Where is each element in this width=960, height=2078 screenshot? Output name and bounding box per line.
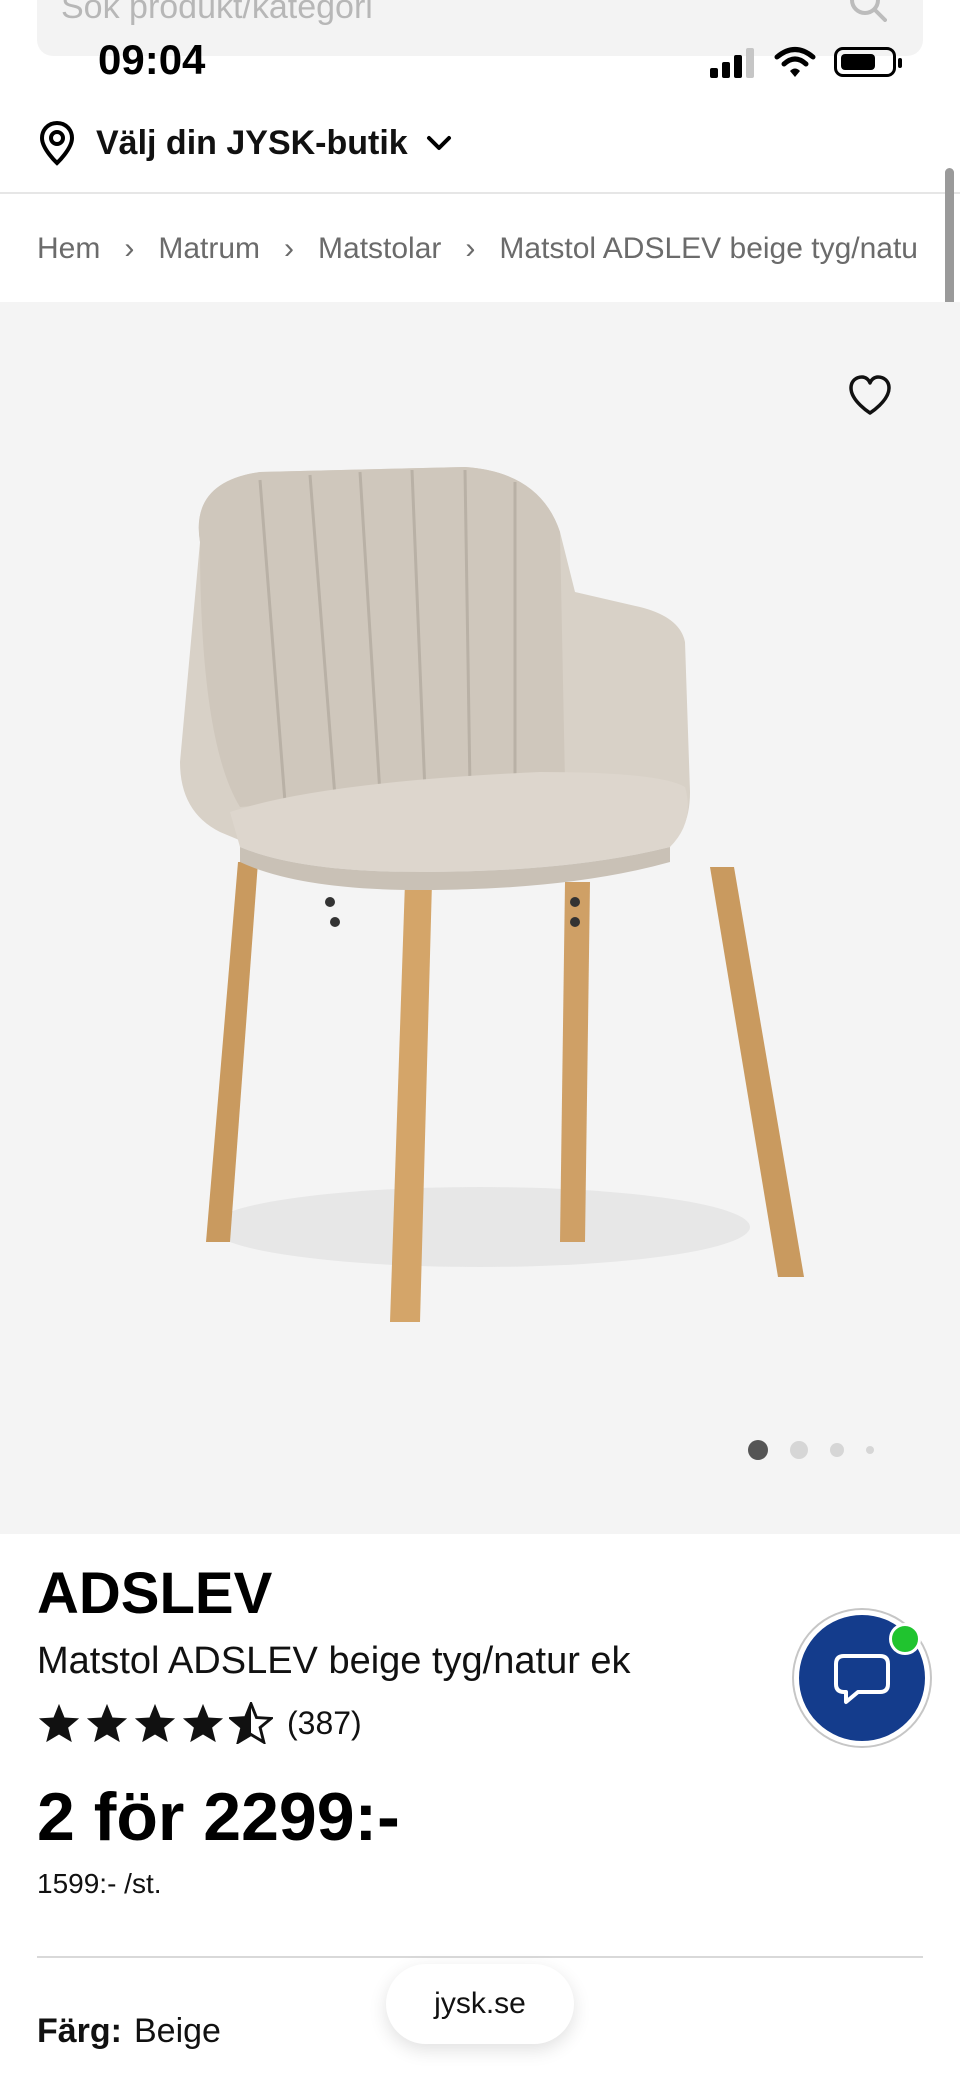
review-count: (387) bbox=[287, 1704, 362, 1741]
breadcrumb-item-matrum[interactable]: Matrum bbox=[158, 232, 260, 266]
product-brand: ADSLEV bbox=[37, 1561, 273, 1626]
breadcrumb-item-matstolar[interactable]: Matstolar bbox=[318, 232, 441, 266]
color-value: Beige bbox=[134, 2012, 221, 2050]
store-selector[interactable]: Välj din JYSK-butik bbox=[38, 116, 452, 170]
section-divider bbox=[37, 1956, 923, 1958]
half-star-icon bbox=[229, 1702, 273, 1744]
header-divider bbox=[0, 192, 960, 194]
status-time: 09:04 bbox=[98, 36, 206, 83]
breadcrumb-chevron-icon: › bbox=[124, 232, 135, 265]
online-status-indicator bbox=[889, 1623, 921, 1655]
pagination-dot[interactable] bbox=[790, 1441, 808, 1459]
wifi-icon bbox=[774, 47, 816, 77]
breadcrumb-chevron-icon: › bbox=[465, 232, 476, 265]
top-header: Sök produkt/kategori 09:04 Välj din JYSK… bbox=[0, 0, 960, 192]
pagination-dot[interactable] bbox=[866, 1446, 874, 1454]
star-icon bbox=[134, 1703, 176, 1743]
star-icon bbox=[86, 1703, 128, 1743]
store-selector-label: Välj din JYSK-butik bbox=[96, 123, 408, 162]
star-icon bbox=[38, 1703, 80, 1743]
cellular-signal-icon bbox=[710, 48, 754, 78]
product-image bbox=[180, 467, 804, 1322]
pagination-dot-active[interactable] bbox=[748, 1440, 768, 1460]
color-selector: Färg: Beige bbox=[37, 2012, 221, 2051]
star-icon bbox=[182, 1703, 224, 1743]
gallery-pagination bbox=[748, 1440, 874, 1460]
breadcrumb-item-hem[interactable]: Hem bbox=[37, 232, 100, 266]
battery-icon bbox=[834, 47, 902, 77]
location-pin-icon bbox=[39, 120, 75, 166]
product-name: Matstol ADSLEV beige tyg/natur ek bbox=[37, 1640, 631, 1682]
breadcrumb-item-current: Matstol ADSLEV beige tyg/natu bbox=[499, 232, 918, 265]
breadcrumb: Hem › Matrum › Matstolar › Matstol ADSLE… bbox=[37, 226, 923, 272]
search-icon[interactable] bbox=[847, 0, 887, 22]
pagination-dot[interactable] bbox=[830, 1443, 844, 1457]
product-image-gallery[interactable] bbox=[0, 302, 960, 1534]
product-price: 2 för 2299:- bbox=[37, 1779, 400, 1855]
url-bar[interactable]: jysk.se bbox=[386, 1964, 574, 2044]
star-rating bbox=[37, 1702, 273, 1744]
chat-bubble-icon bbox=[834, 1654, 890, 1704]
unit-price: 1599:- /st. bbox=[37, 1868, 162, 1899]
chevron-down-icon bbox=[426, 136, 451, 150]
color-label: Färg: bbox=[37, 2012, 122, 2050]
breadcrumb-chevron-icon: › bbox=[284, 232, 295, 265]
status-icons bbox=[710, 46, 902, 78]
rating[interactable]: (387) bbox=[37, 1702, 362, 1744]
search-placeholder: Sök produkt/kategori bbox=[61, 0, 373, 26]
chat-button[interactable] bbox=[794, 1610, 930, 1746]
heart-icon[interactable] bbox=[846, 372, 894, 420]
